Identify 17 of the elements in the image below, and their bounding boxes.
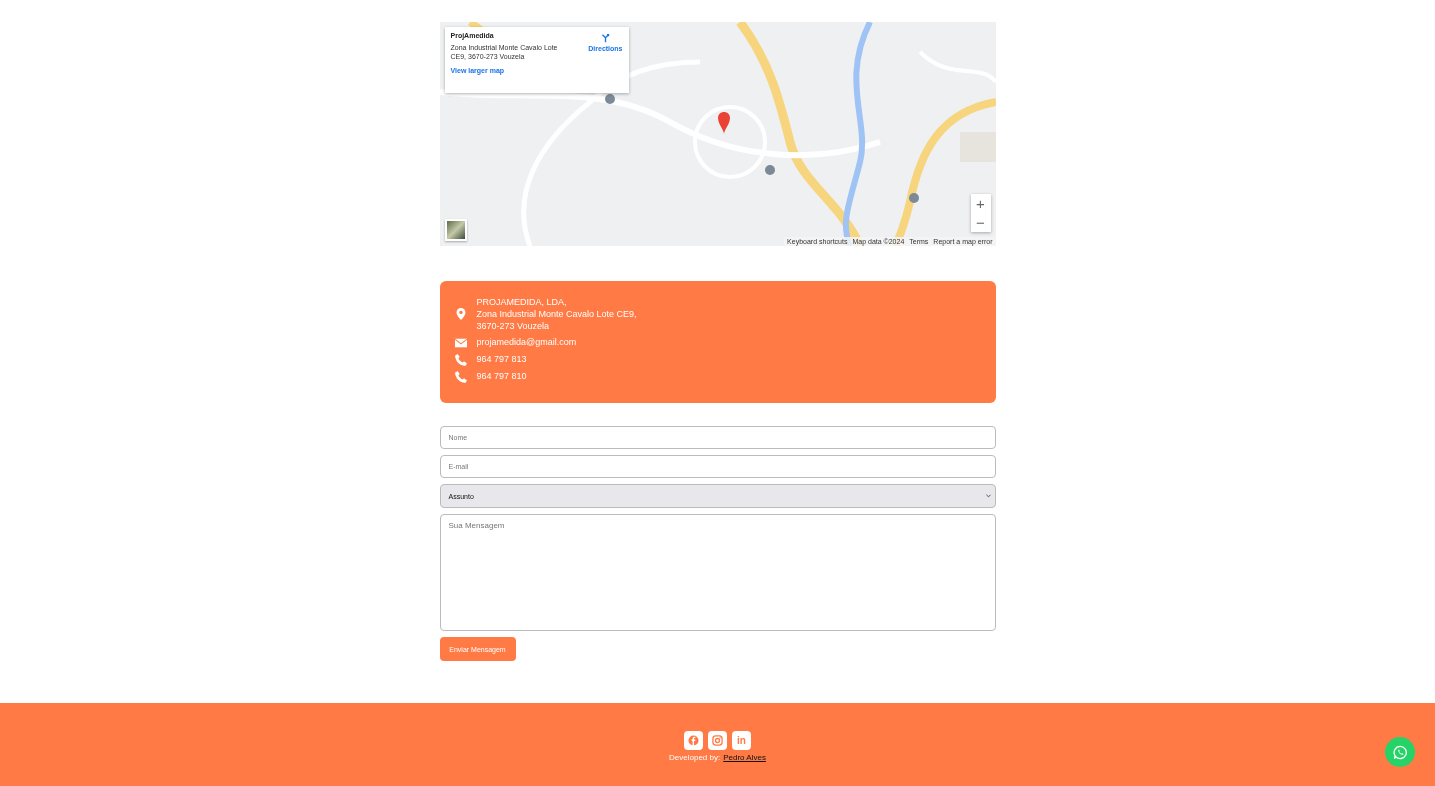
- credit-text: Developed by:: [669, 753, 721, 762]
- author-link[interactable]: Pedro Alves: [723, 753, 766, 762]
- instagram-icon[interactable]: [708, 731, 727, 750]
- map-type-thumbnail[interactable]: [444, 219, 467, 241]
- contact-text: 964 797 813: [476, 353, 527, 366]
- phone-icon: [454, 353, 467, 366]
- whatsapp-icon: [1392, 744, 1408, 760]
- directions-icon: [600, 34, 610, 43]
- chevron-down-icon: [985, 494, 991, 498]
- contact-text: projamedida@gmail.com: [476, 336, 577, 349]
- contact-text: 964 797 810: [476, 370, 527, 383]
- company-address: PROJAMEDIDA, LDA, Zona Industrial Monte Cavalo Lote CE9, 3670-273 Vouzela: [476, 296, 637, 332]
- envelope-icon: [454, 336, 467, 349]
- facebook-icon[interactable]: [684, 731, 703, 750]
- phone-icon: [454, 370, 467, 383]
- location-pin-icon: [454, 308, 467, 320]
- message-field[interactable]: Sua Mensagem: [439, 514, 996, 631]
